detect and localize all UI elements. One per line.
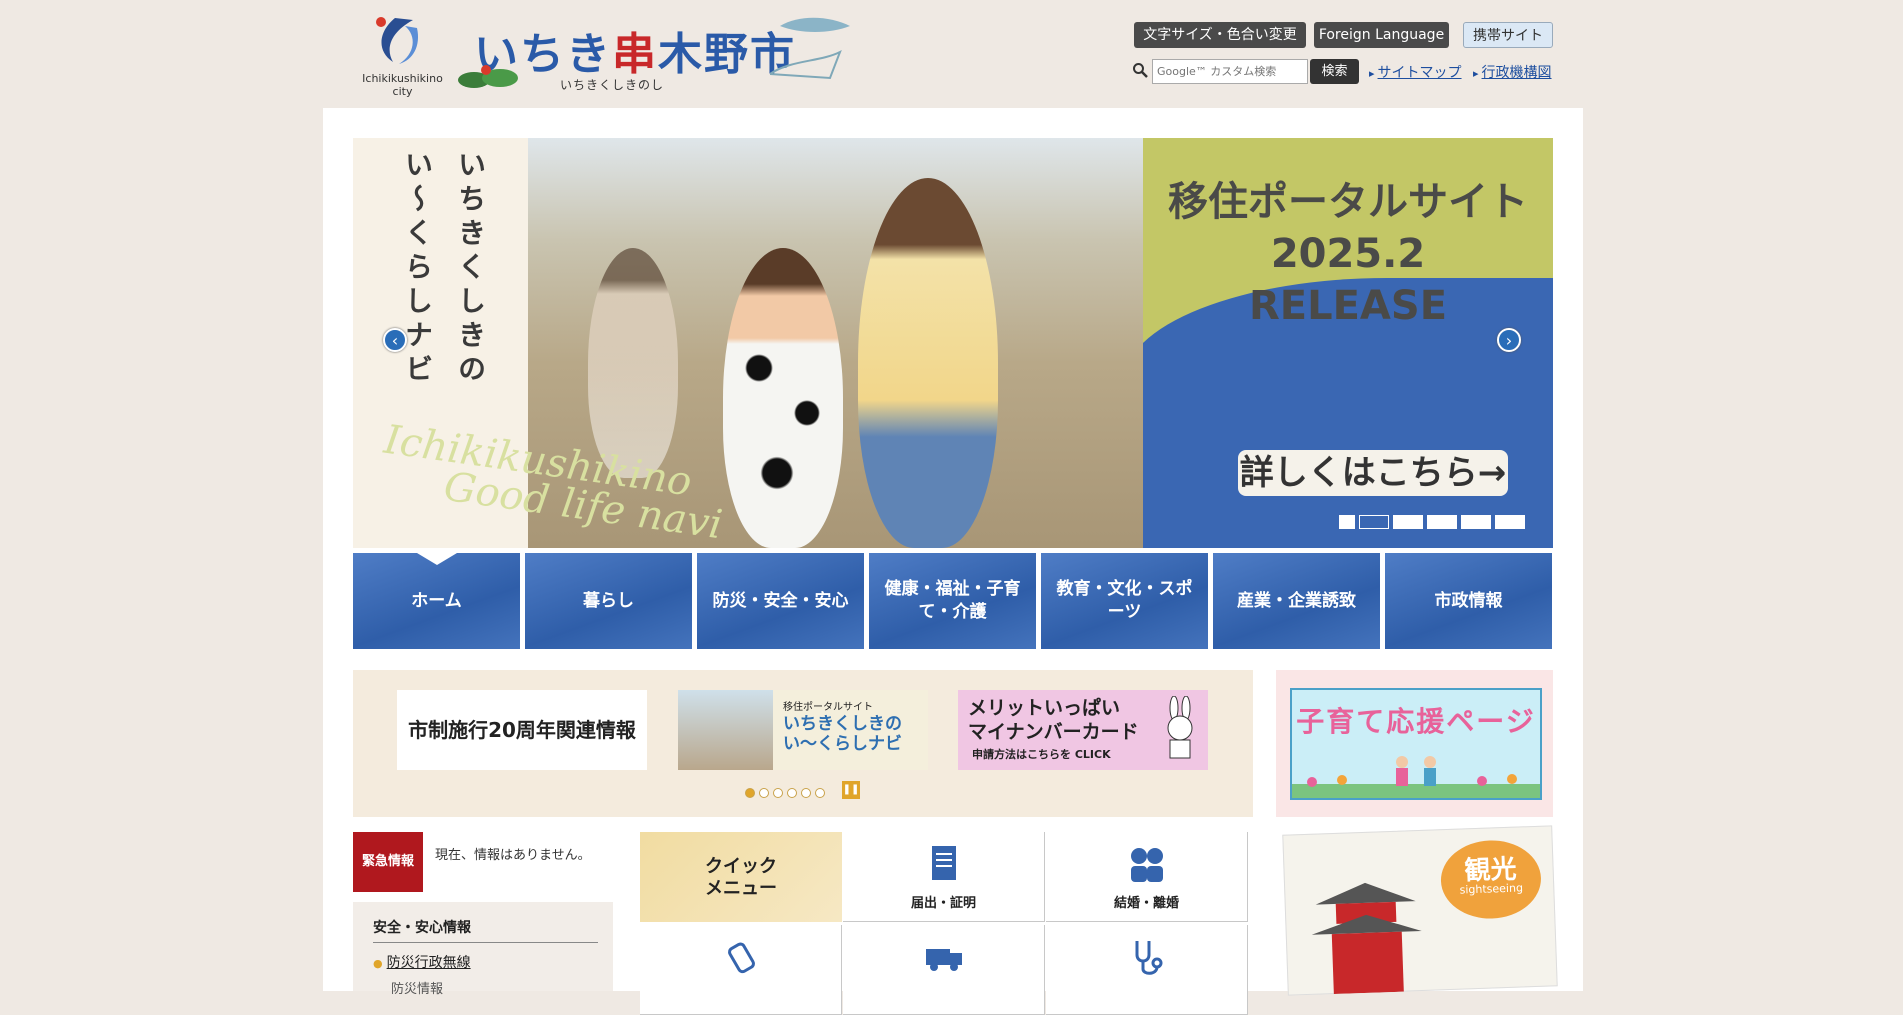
hero-vertical-text-1: いちきくしきの [454,150,487,388]
mobile-site-button[interactable]: 携帯サイト [1463,22,1553,48]
global-nav: ホーム 暮らし 防災・安全・安心 健康・福祉・子育て・介護 教育・文化・スポーツ… [353,553,1553,649]
banner-pager [745,783,829,802]
banner-photo [678,690,773,770]
hero-slider[interactable]: いちきくしきの い〜くらしナビ Ichikikushikino Good lif… [353,138,1553,548]
banner-ijuu-portal[interactable]: 移住ポータルサイト いちきくしきの い〜くらしナビ [678,690,928,770]
sitemap-link[interactable]: サイトマップ [1369,62,1462,82]
divider [373,942,598,943]
safety-link-bousai[interactable]: 防災情報 [391,978,443,997]
chevron-left-icon[interactable]: ‹ [383,328,407,352]
site-title[interactable]: いちき串木野市 いちきくしきのし [458,17,860,98]
pause-icon[interactable] [1339,515,1355,529]
mother-figure [858,178,998,548]
banner-2-main: いちきくしきの い〜くらしナビ [783,714,902,754]
quick-item-label: 結婚・離婚 [1113,896,1179,911]
banner-pager-dot[interactable] [773,788,783,798]
pagoda-icon [1311,882,1422,995]
document-icon [931,846,956,880]
hero-right-panel[interactable]: 移住ポータルサイト 2025.2 RELEASE 詳しくはこちら→ [1143,138,1553,548]
quick-item-medical[interactable] [1046,925,1248,1015]
site-title-kushi: 串 [612,29,658,80]
nav-item-home[interactable]: ホーム [353,553,520,649]
banner-pager-dot[interactable] [815,788,825,798]
search-input[interactable] [1152,59,1308,84]
child-figure [723,248,843,548]
quick-item-moving[interactable] [843,925,1045,1015]
nav-item-education[interactable]: 教育・文化・スポーツ [1041,553,1208,649]
quick-title-2: メニュー [705,878,777,899]
chevron-right-icon[interactable]: › [1497,328,1521,352]
city-logo[interactable]: Ichikikushikino city [355,10,450,100]
hero-pager-dot[interactable] [1393,515,1423,529]
hero-vertical-text-2: い〜くらしナビ [401,150,434,388]
hero-headline: 移住ポータルサイト 2025.2 RELEASE [1143,176,1553,332]
hero-cta-button[interactable]: 詳しくはこちら→ [1238,450,1508,496]
quick-item-label: 届出・証明 [910,896,976,911]
hero-headline-3: RELEASE [1248,283,1448,329]
flowers-icon [1292,756,1540,798]
search-icon [1133,63,1148,78]
banner-pager-dot[interactable] [759,788,769,798]
emergency-text: 現在、情報はありません。 [435,848,591,863]
hero-headline-1: 移住ポータルサイト [1168,179,1528,225]
couple-icon [1130,848,1163,882]
banner-mynumber[interactable]: メリットいっぱい マイナンバーカード 申請方法はこちらを CLICK [958,690,1208,770]
foreign-language-button[interactable]: Foreign Language [1314,22,1449,48]
quick-item-kekkon[interactable]: 結婚・離婚 [1046,832,1248,922]
baby-bottle-icon [727,942,755,974]
logo-caption: Ichikikushikino city [362,72,443,98]
org-chart-link[interactable]: 行政機構図 [1473,62,1552,82]
banner-pager-dot[interactable] [801,788,811,798]
quick-item-baby[interactable] [640,925,842,1015]
site-title-kana: いちきくしきのし [560,78,665,92]
quick-menu-title: クイック メニュー [640,832,842,922]
pause-icon[interactable]: ❚❚ [842,781,860,799]
kosodate-inner: 子育て応援ページ [1290,688,1542,800]
quick-title-1: クイック [705,856,777,877]
nav-item-safety[interactable]: 防災・安全・安心 [697,553,864,649]
safety-heading: 安全・安心情報 [373,920,471,936]
quick-item-todoke[interactable]: 届出・証明 [843,832,1045,922]
sightseeing-badge: 観光 sightseeing [1439,838,1543,921]
banner-pager-dot[interactable] [787,788,797,798]
search-button[interactable]: 検索 [1310,59,1359,84]
hero-pager-dot[interactable] [1427,515,1457,529]
nav-item-health[interactable]: 健康・福祉・子育て・介護 [869,553,1036,649]
font-color-settings-button[interactable]: 文字サイズ・色合い変更 [1134,22,1306,48]
kosodate-title: 子育て応援ページ [1296,705,1536,738]
kosodate-banner[interactable]: 子育て応援ページ [1276,670,1553,817]
banner-20th-anniversary[interactable]: 市制施行20周年関連情報 [397,690,647,770]
hero-pager-dot[interactable] [1495,515,1525,529]
city-emblem-icon [376,17,419,64]
nav-item-city-info[interactable]: 市政情報 [1385,553,1552,649]
hero-pager-dot[interactable] [1359,515,1389,529]
stethoscope-icon [1135,941,1162,975]
banner-3-sub: 申請方法はこちらを CLICK [972,748,1111,761]
emergency-badge: 緊急情報 [353,832,423,892]
hero-pager-dot[interactable] [1461,515,1491,529]
banner-pager-dot[interactable] [745,788,755,798]
sightseeing-sub: sightseeing [1459,881,1524,897]
background-child-figure [588,248,678,478]
fish-wave-icon [770,17,850,80]
sightseeing-banner[interactable]: 観光 sightseeing [1282,825,1558,996]
banner-2-small: 移住ポータルサイト [783,702,873,713]
truck-icon [925,949,962,971]
safety-link-radio[interactable]: 防災行政無線 [373,952,471,972]
rabbit-mascot-icon [1167,696,1193,759]
nav-item-industry[interactable]: 産業・企業誘致 [1213,553,1380,649]
banner-3-main: メリットいっぱい マイナンバーカード [968,697,1139,743]
nav-item-living[interactable]: 暮らし [525,553,692,649]
pine-tree-icon [458,65,518,88]
hero-headline-2: 2025.2 [1270,231,1426,277]
safety-info-box: 安全・安心情報 防災行政無線 防災情報 [353,902,613,997]
